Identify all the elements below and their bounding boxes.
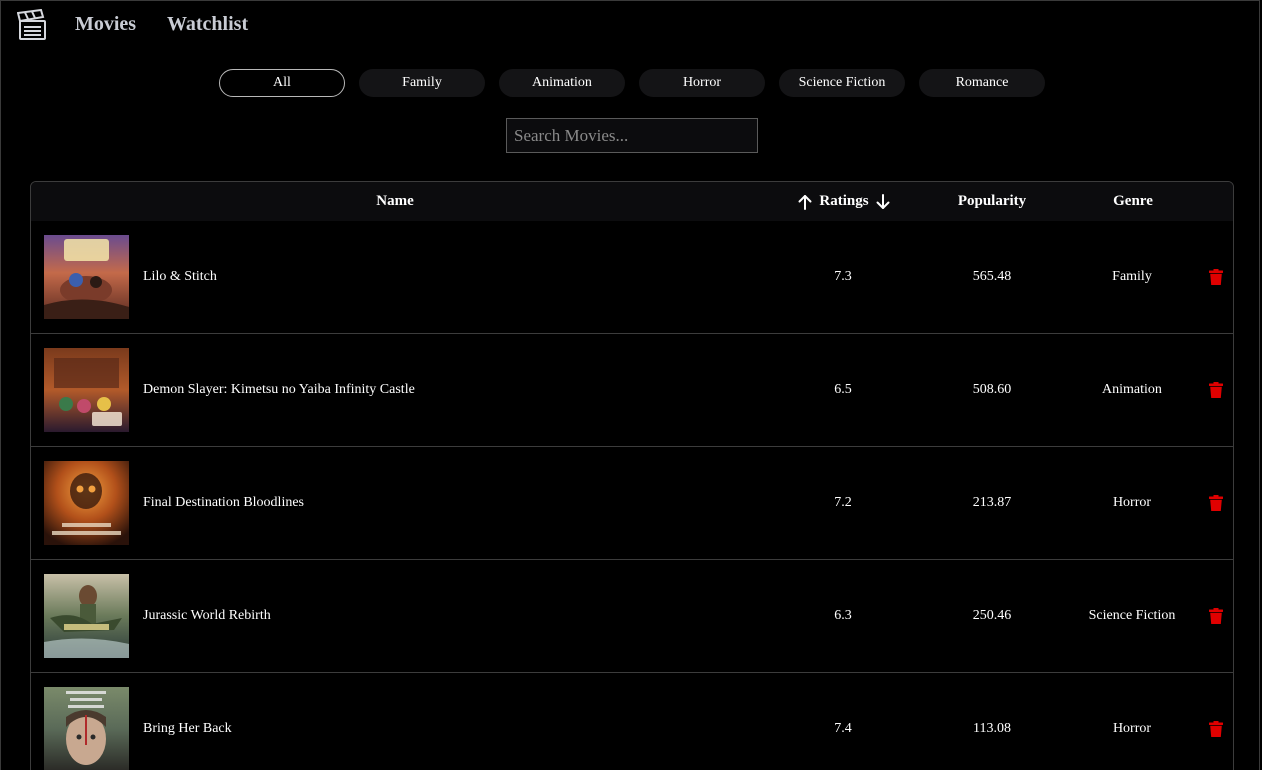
arrow-up-icon[interactable] [798,194,812,210]
movie-genre: Family [1112,269,1152,284]
movie-poster [44,348,129,432]
movie-rating: 7.3 [834,269,852,284]
table-row[interactable]: Final Destination Bloodlines 7.2 213.87 … [31,447,1233,560]
movie-popularity: 250.46 [972,608,1012,623]
movie-rating: 6.3 [834,608,852,623]
movie-poster [44,574,129,658]
movie-popularity: 213.87 [972,495,1012,510]
trash-icon[interactable] [1209,495,1223,511]
table-row[interactable]: Jurassic World Rebirth 6.3 250.46 Scienc… [31,560,1233,673]
movies-table: Name Ratings Popularity Genre Lilo & Sti… [30,181,1234,770]
table-header: Name Ratings Popularity Genre [31,182,1233,222]
genre-pill-family[interactable]: Family [359,69,485,97]
column-header-name: Name [376,193,414,209]
movie-name: Demon Slayer: Kimetsu no Yaiba Infinity … [143,382,415,397]
column-header-popularity: Popularity [957,193,1027,209]
table-row[interactable]: Demon Slayer: Kimetsu no Yaiba Infinity … [31,334,1233,447]
nav-movies-link[interactable]: Movies [75,13,136,36]
column-header-ratings: Ratings [789,182,899,221]
table-row[interactable]: Bring Her Back 7.4 113.08 Horror [31,673,1233,770]
movie-popularity: 113.08 [973,721,1011,736]
genre-pill-science-fiction[interactable]: Science Fiction [779,69,905,97]
movie-genre: Animation [1102,382,1162,397]
movie-popularity: 565.48 [972,269,1012,284]
movie-rating: 7.2 [834,495,852,510]
movie-name: Bring Her Back [143,721,232,736]
movie-name: Jurassic World Rebirth [143,608,271,623]
movie-poster [44,461,129,545]
nav-watchlist-link[interactable]: Watchlist [167,13,248,36]
movie-rating: 6.5 [834,382,852,397]
movie-poster [44,687,129,770]
movie-genre: Horror [1112,495,1152,510]
movie-name: Final Destination Bloodlines [143,495,304,510]
genre-pill-all[interactable]: All [219,69,345,97]
movie-name: Lilo & Stitch [143,269,217,284]
ratings-header-label: Ratings [819,193,869,209]
movie-genre: Horror [1112,721,1152,736]
genre-pill-romance[interactable]: Romance [919,69,1045,97]
movie-popularity: 508.60 [972,382,1012,397]
trash-icon[interactable] [1209,608,1223,624]
arrow-down-icon[interactable] [876,193,890,210]
genre-pill-animation[interactable]: Animation [499,69,625,97]
genre-pill-horror[interactable]: Horror [639,69,765,97]
column-header-genre: Genre [1113,193,1153,209]
trash-icon[interactable] [1209,382,1223,398]
movie-genre: Science Fiction [1088,608,1176,623]
app-window: Movies Watchlist All Family Animation Ho… [0,0,1260,770]
top-nav: Movies Watchlist [1,1,1259,51]
search-input[interactable] [506,118,758,153]
movie-poster [44,235,129,319]
table-row[interactable]: Lilo & Stitch 7.3 565.48 Family [31,221,1233,334]
clapperboard-icon[interactable] [17,9,47,41]
movie-rating: 7.4 [834,721,852,736]
trash-icon[interactable] [1209,269,1223,285]
trash-icon[interactable] [1209,721,1223,737]
